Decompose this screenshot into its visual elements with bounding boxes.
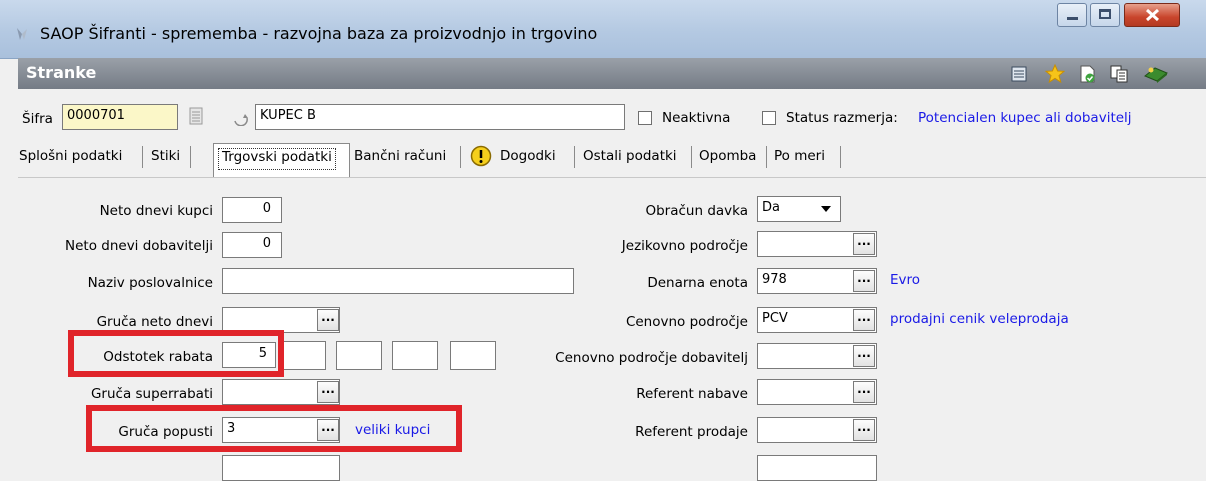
tab-separator — [460, 146, 461, 168]
tab-separator — [766, 146, 767, 168]
app-icon — [17, 28, 27, 40]
tab-stiki[interactable]: Stiki — [151, 148, 180, 174]
referent-nabave-label: Referent nabave — [636, 386, 748, 402]
tab-bancni-racuni[interactable]: Bančni računi — [354, 148, 446, 174]
window-title: SAOP Šifranti - sprememba - razvojna baz… — [40, 24, 598, 43]
naziv-poslovalnice-field[interactable] — [222, 268, 574, 294]
tab-splosni-podatki[interactable]: Splošni podatki — [19, 148, 122, 174]
tab-separator — [574, 146, 575, 168]
cenovno-podrocje-lookup-button[interactable]: ... — [853, 309, 875, 331]
neto-dnevi-kupci-label: Neto dnevi kupci — [99, 203, 213, 219]
neaktivna-checkbox[interactable] — [638, 111, 652, 125]
sifra-label: Šifra — [22, 111, 53, 127]
status-razmerja-checkbox[interactable] — [762, 111, 776, 125]
denarna-enota-description: Evro — [890, 272, 921, 288]
name-field[interactable]: KUPEC B — [255, 104, 625, 130]
cenovno-podrocje-dobavitelj-label: Cenovno področje dobavitelj — [555, 350, 748, 366]
neaktivna-label: Neaktivna — [662, 110, 731, 126]
neto-dnevi-dobavitelji-field[interactable]: 0 — [222, 232, 282, 258]
jezikovno-podrocje-label: Jezikovno področje — [621, 238, 748, 254]
jezikovno-podrocje-lookup-button[interactable]: ... — [853, 233, 875, 255]
tab-opomba[interactable]: Opomba — [699, 148, 756, 174]
neto-dnevi-kupci-field[interactable]: 0 — [222, 197, 282, 223]
close-button[interactable] — [1124, 3, 1180, 27]
denarna-enota-label: Denarna enota — [647, 275, 748, 291]
next-row-right-field[interactable] — [757, 455, 877, 481]
obracun-davka-label: Obračun davka — [645, 203, 748, 219]
cenovno-podrocje-description: prodajni cenik veleprodaja — [890, 311, 1069, 327]
referent-prodaje-label: Referent prodaje — [635, 424, 748, 440]
copy-documents-icon[interactable] — [1109, 64, 1129, 84]
gruca-superrabati-label: Gruča superrabati — [90, 386, 213, 402]
tab-po-meri[interactable]: Po meri — [774, 148, 825, 174]
odstotek-rabata-highlight — [68, 330, 284, 377]
gruca-neto-dnevi-label: Gruča neto dnevi — [96, 314, 213, 330]
tab-trgovski-podatki-label[interactable]: Trgovski podatki — [218, 148, 336, 170]
list-view-icon[interactable] — [1009, 64, 1029, 84]
odstotek-rabata-field-5[interactable] — [450, 341, 496, 370]
gruca-neto-dnevi-lookup-button[interactable]: ... — [317, 309, 339, 331]
tab-separator — [190, 146, 191, 168]
odstotek-rabata-field-3[interactable] — [336, 341, 382, 370]
close-icon — [1145, 8, 1160, 22]
lookup-list-icon[interactable] — [187, 106, 205, 126]
favorite-star-icon[interactable] — [1045, 64, 1065, 84]
tab-ostali-podatki[interactable]: Ostali podatki — [583, 148, 677, 174]
refresh-arrow-icon[interactable] — [232, 110, 250, 126]
section-title: Stranke — [26, 63, 97, 82]
document-check-icon[interactable] — [1077, 64, 1097, 84]
naziv-poslovalnice-label: Naziv poslovalnice — [87, 275, 213, 291]
denarna-enota-lookup-button[interactable]: ... — [853, 270, 875, 292]
sifra-field[interactable]: 0000701 — [62, 104, 178, 130]
warning-exclamation-icon — [470, 145, 492, 167]
next-row-field[interactable] — [222, 455, 340, 481]
status-razmerja-value[interactable]: Potencialen kupec ali dobavitelj — [918, 110, 1132, 126]
minimize-button[interactable] — [1057, 3, 1087, 27]
tab-separator — [142, 146, 143, 168]
tab-separator — [691, 146, 692, 168]
chevron-down-icon[interactable] — [820, 205, 832, 213]
odstotek-rabata-field-2[interactable] — [280, 341, 326, 370]
cenovno-podrocje-dobavitelj-lookup-button[interactable]: ... — [853, 345, 875, 367]
gruca-popusti-highlight — [86, 405, 462, 452]
maximize-button[interactable] — [1090, 3, 1120, 27]
help-book-icon[interactable] — [1143, 64, 1169, 84]
referent-nabave-lookup-button[interactable]: ... — [853, 381, 875, 403]
tab-dogodki[interactable]: Dogodki — [500, 148, 556, 174]
gruca-superrabati-lookup-button[interactable]: ... — [317, 381, 339, 403]
odstotek-rabata-field-4[interactable] — [392, 341, 438, 370]
neto-dnevi-dobavitelji-label: Neto dnevi dobavitelji — [65, 238, 213, 254]
tab-separator — [840, 146, 841, 168]
referent-prodaje-lookup-button[interactable]: ... — [853, 419, 875, 441]
cenovno-podrocje-label: Cenovno področje — [625, 314, 748, 330]
status-razmerja-label: Status razmerja: — [786, 110, 898, 126]
